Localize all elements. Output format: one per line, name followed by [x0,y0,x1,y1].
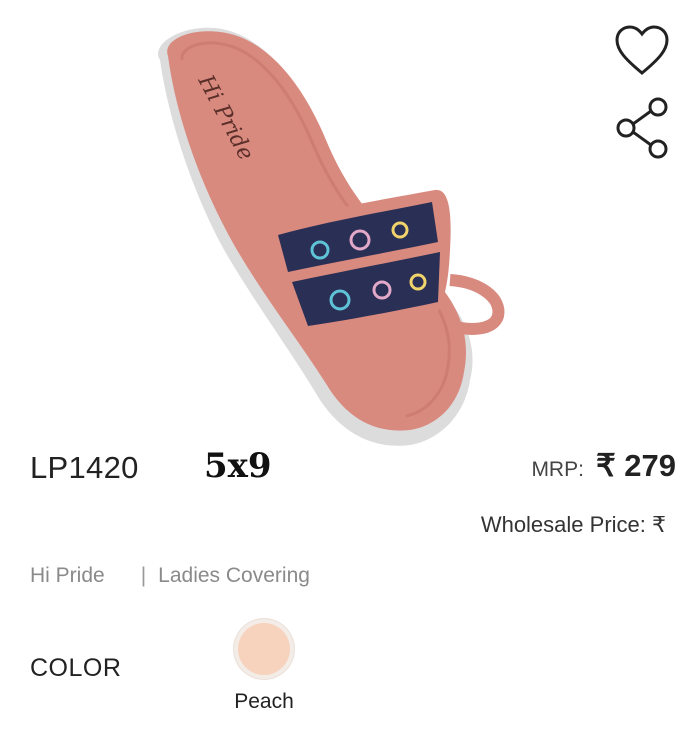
size-range: 5x9 [204,446,272,486]
brand-category-row: Hi Pride | Ladies Covering [30,564,310,588]
mrp-label: MRP: [531,458,584,481]
sandal-illustration: Hi Pride [158,27,505,446]
brand-link[interactable]: Hi Pride [30,564,105,588]
color-heading: COLOR [30,654,122,682]
wholesale-price: Wholesale Price: ₹ [480,512,666,537]
color-swatch-label: Peach [234,690,294,713]
mrp-price: MRP: ₹ 279 [531,448,676,484]
heart-icon [615,25,669,75]
share-button[interactable] [610,96,674,160]
mrp-value: ₹ 279 [595,448,676,483]
category-link[interactable]: Ladies Covering [158,564,310,588]
separator: | [140,564,147,587]
wishlist-button[interactable] [610,18,674,82]
product-code: LP1420 [30,450,139,485]
color-swatch-peach[interactable] [234,619,294,679]
share-icon [616,97,668,159]
product-image[interactable]: Hi Pride [120,20,540,450]
